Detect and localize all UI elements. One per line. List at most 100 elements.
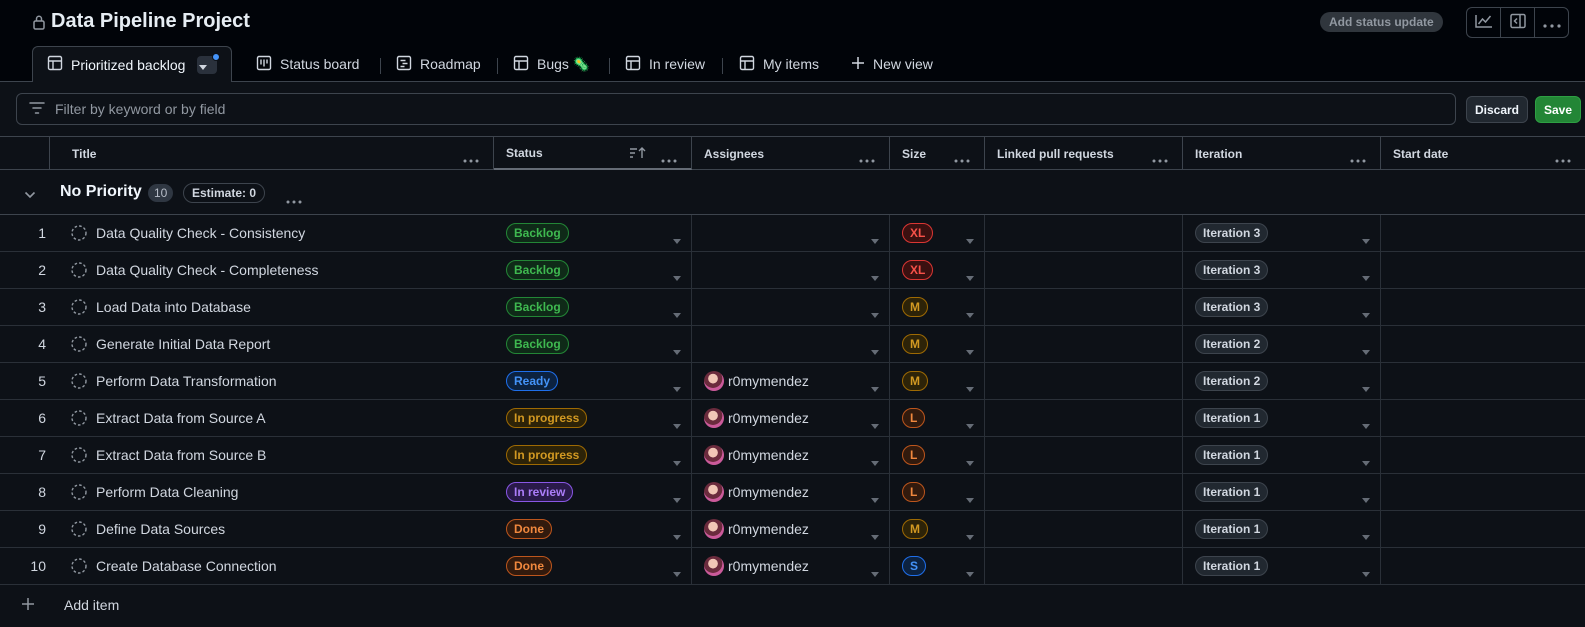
table-row[interactable]: 6 Extract Data from Source A In progress…: [0, 400, 1585, 437]
size-cell[interactable]: L: [890, 437, 985, 473]
size-cell[interactable]: S: [890, 548, 985, 584]
tab-bugs[interactable]: Bugs 🦠: [513, 46, 590, 82]
filter-field[interactable]: [16, 93, 1456, 125]
item-title[interactable]: Load Data into Database: [96, 289, 251, 325]
column-menu-icon[interactable]: [661, 152, 677, 166]
status-cell[interactable]: Backlog: [494, 289, 692, 325]
status-cell[interactable]: Backlog: [494, 326, 692, 362]
save-button[interactable]: Save: [1535, 96, 1581, 123]
table-row[interactable]: 4 Generate Initial Data Report Backlog M…: [0, 326, 1585, 363]
iteration-cell[interactable]: Iteration 3: [1183, 252, 1381, 288]
iteration-cell[interactable]: Iteration 1: [1183, 437, 1381, 473]
assignees-cell[interactable]: [692, 289, 890, 325]
group-menu-icon[interactable]: [286, 191, 302, 207]
side-panel-button[interactable]: [1501, 8, 1535, 37]
start-date-cell[interactable]: [1381, 215, 1585, 251]
size-cell[interactable]: XL: [890, 252, 985, 288]
linked-pull-requests-cell[interactable]: [985, 511, 1183, 547]
column-menu-icon[interactable]: [859, 152, 875, 166]
iteration-cell[interactable]: Iteration 3: [1183, 215, 1381, 251]
start-date-cell[interactable]: [1381, 289, 1585, 325]
column-header-assignees[interactable]: Assignees: [692, 137, 890, 170]
insights-button[interactable]: [1467, 8, 1501, 37]
linked-pull-requests-cell[interactable]: [985, 474, 1183, 510]
column-menu-icon[interactable]: [463, 152, 479, 166]
filter-input[interactable]: [55, 101, 1405, 117]
start-date-cell[interactable]: [1381, 437, 1585, 473]
size-cell[interactable]: L: [890, 400, 985, 436]
item-title[interactable]: Define Data Sources: [96, 511, 225, 547]
table-row[interactable]: 10 Create Database Connection Done r0mym…: [0, 548, 1585, 585]
size-cell[interactable]: XL: [890, 215, 985, 251]
column-header-iteration[interactable]: Iteration: [1183, 137, 1381, 170]
linked-pull-requests-cell[interactable]: [985, 289, 1183, 325]
column-header-linked-pull-requests[interactable]: Linked pull requests: [985, 137, 1183, 170]
assignees-cell[interactable]: [692, 326, 890, 362]
iteration-cell[interactable]: Iteration 3: [1183, 289, 1381, 325]
table-row[interactable]: 5 Perform Data Transformation Ready r0my…: [0, 363, 1585, 400]
linked-pull-requests-cell[interactable]: [985, 437, 1183, 473]
start-date-cell[interactable]: [1381, 548, 1585, 584]
status-cell[interactable]: Ready: [494, 363, 692, 399]
assignees-cell[interactable]: r0mymendez: [692, 437, 890, 473]
linked-pull-requests-cell[interactable]: [985, 326, 1183, 362]
iteration-cell[interactable]: Iteration 1: [1183, 548, 1381, 584]
item-title[interactable]: Perform Data Transformation: [96, 363, 277, 399]
start-date-cell[interactable]: [1381, 363, 1585, 399]
linked-pull-requests-cell[interactable]: [985, 215, 1183, 251]
iteration-cell[interactable]: Iteration 2: [1183, 326, 1381, 362]
column-header-status[interactable]: Status: [494, 137, 692, 170]
item-title[interactable]: Data Quality Check - Consistency: [96, 215, 305, 251]
size-cell[interactable]: L: [890, 474, 985, 510]
assignees-cell[interactable]: [692, 215, 890, 251]
table-row[interactable]: 3 Load Data into Database Backlog M Iter…: [0, 289, 1585, 326]
item-title[interactable]: Data Quality Check - Completeness: [96, 252, 319, 288]
linked-pull-requests-cell[interactable]: [985, 363, 1183, 399]
assignees-cell[interactable]: r0mymendez: [692, 474, 890, 510]
status-cell[interactable]: Done: [494, 511, 692, 547]
add-item-row[interactable]: Add item: [0, 585, 1585, 624]
new-view-button[interactable]: New view: [851, 46, 933, 82]
start-date-cell[interactable]: [1381, 511, 1585, 547]
assignees-cell[interactable]: [692, 252, 890, 288]
size-cell[interactable]: M: [890, 289, 985, 325]
start-date-cell[interactable]: [1381, 474, 1585, 510]
column-menu-icon[interactable]: [1555, 152, 1571, 166]
start-date-cell[interactable]: [1381, 326, 1585, 362]
size-cell[interactable]: M: [890, 363, 985, 399]
status-cell[interactable]: In progress: [494, 437, 692, 473]
table-row[interactable]: 1 Data Quality Check - Consistency Backl…: [0, 215, 1585, 252]
tab-roadmap[interactable]: Roadmap: [396, 46, 481, 82]
iteration-cell[interactable]: Iteration 1: [1183, 400, 1381, 436]
assignees-cell[interactable]: r0mymendez: [692, 511, 890, 547]
column-menu-icon[interactable]: [1152, 152, 1168, 166]
size-cell[interactable]: M: [890, 326, 985, 362]
item-title[interactable]: Extract Data from Source A: [96, 400, 266, 436]
start-date-cell[interactable]: [1381, 400, 1585, 436]
status-cell[interactable]: Done: [494, 548, 692, 584]
table-row[interactable]: 7 Extract Data from Source B In progress…: [0, 437, 1585, 474]
table-row[interactable]: 9 Define Data Sources Done r0mymendez M …: [0, 511, 1585, 548]
assignees-cell[interactable]: r0mymendez: [692, 400, 890, 436]
tab-options-button[interactable]: [197, 52, 221, 74]
discard-button[interactable]: Discard: [1466, 96, 1528, 123]
iteration-cell[interactable]: Iteration 1: [1183, 474, 1381, 510]
column-header-title[interactable]: Title: [60, 137, 494, 170]
tab-my-items[interactable]: My items: [739, 46, 819, 82]
start-date-cell[interactable]: [1381, 252, 1585, 288]
add-status-update-button[interactable]: Add status update: [1320, 12, 1443, 32]
table-row[interactable]: 8 Perform Data Cleaning In review r0myme…: [0, 474, 1585, 511]
tab-in-review[interactable]: In review: [625, 46, 705, 82]
item-title[interactable]: Perform Data Cleaning: [96, 474, 238, 510]
status-cell[interactable]: In progress: [494, 400, 692, 436]
project-menu-button[interactable]: [1535, 8, 1568, 37]
assignees-cell[interactable]: r0mymendez: [692, 363, 890, 399]
iteration-cell[interactable]: Iteration 2: [1183, 363, 1381, 399]
linked-pull-requests-cell[interactable]: [985, 548, 1183, 584]
assignees-cell[interactable]: r0mymendez: [692, 548, 890, 584]
item-title[interactable]: Extract Data from Source B: [96, 437, 266, 473]
column-menu-icon[interactable]: [1350, 152, 1366, 166]
status-cell[interactable]: Backlog: [494, 215, 692, 251]
linked-pull-requests-cell[interactable]: [985, 400, 1183, 436]
column-header-size[interactable]: Size: [890, 137, 985, 170]
